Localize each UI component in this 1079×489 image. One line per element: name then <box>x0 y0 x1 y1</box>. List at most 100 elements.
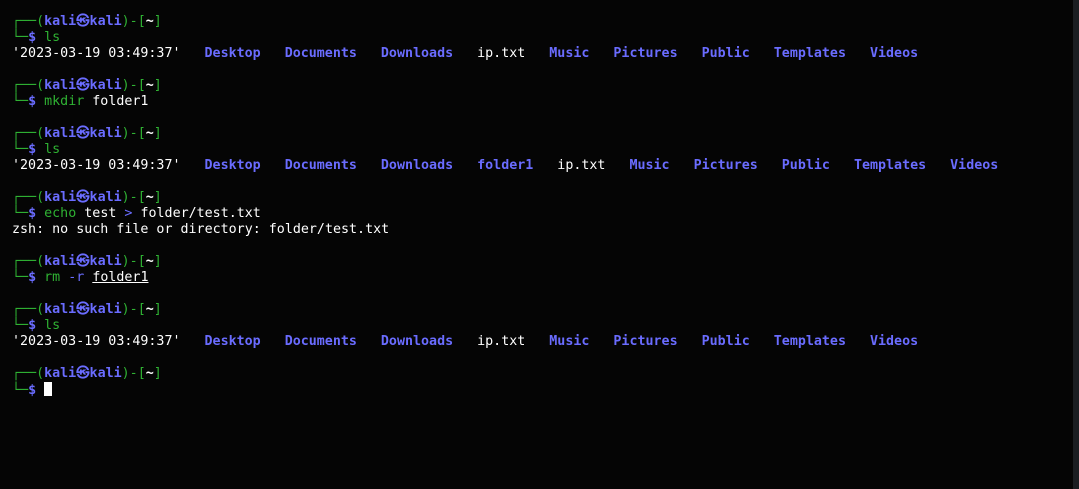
prompt-frame-end: ] <box>153 78 162 93</box>
command-line: └─$ mkdir folder1 <box>12 94 1073 110</box>
prompt-frame-mid: )-[ <box>121 126 146 141</box>
command-line: └─$ ls <box>12 318 1073 334</box>
prompt-frame-end: ] <box>153 254 162 269</box>
ls-directory-entry: Desktop <box>204 334 261 349</box>
ls-directory-entry: folder1 <box>477 158 534 173</box>
ls-file-entry: '2023-03-19 03:49:37' <box>12 334 181 349</box>
prompt-symbol: $ <box>28 270 37 285</box>
redirect-operator: > <box>124 206 133 221</box>
ls-output: '2023-03-19 03:49:37' Desktop Documents Dow… <box>12 334 1073 350</box>
ls-directory-entry: Desktop <box>204 46 261 61</box>
prompt-host: kali <box>89 78 122 93</box>
command-flag: -r <box>68 270 85 285</box>
prompt-symbol: $ <box>28 383 37 398</box>
prompt-frame-bottom: └─ <box>12 206 29 221</box>
prompt-frame-mid: )-[ <box>121 78 146 93</box>
prompt-frame-end: ] <box>153 302 162 317</box>
prompt-frame-bottom: └─ <box>12 142 29 157</box>
prompt-symbol: $ <box>28 94 37 109</box>
error-output: zsh: no such file or directory: folder/t… <box>12 222 390 237</box>
command-path-argument: folder1 <box>92 270 149 285</box>
ls-directory-entry: Documents <box>284 46 357 61</box>
prompt-cwd: ~ <box>145 302 154 317</box>
ls-directory-entry: Desktop <box>204 158 261 173</box>
prompt-frame-mid: )-[ <box>121 302 146 317</box>
command-name: ls <box>44 142 61 157</box>
prompt-frame-top: ┌──( <box>12 254 45 269</box>
ls-file-entry: ip.txt <box>477 334 526 349</box>
prompt-host: kali <box>89 14 122 29</box>
prompt-host: kali <box>89 302 122 317</box>
ls-directory-entry: Public <box>701 46 750 61</box>
prompt-frame-top: ┌──( <box>12 126 45 141</box>
prompt-at-symbol: ㉿ <box>76 126 90 141</box>
command-name: mkdir <box>44 94 85 109</box>
prompt-header: ┌──(kali㉿kali)-[~] <box>12 254 1073 270</box>
prompt-header: ┌──(kali㉿kali)-[~] <box>12 78 1073 94</box>
ls-directory-entry: Downloads <box>380 46 454 61</box>
prompt-header: ┌──(kali㉿kali)-[~] <box>12 126 1073 142</box>
ls-directory-entry: Videos <box>869 334 919 349</box>
prompt-at-symbol: ㉿ <box>76 366 90 381</box>
command-name: ls <box>44 30 61 45</box>
prompt-frame-end: ] <box>153 14 162 29</box>
prompt-user: kali <box>44 254 77 269</box>
command-argument: test <box>84 206 117 221</box>
prompt-frame-end: ] <box>153 366 162 381</box>
command-name: echo <box>44 206 77 221</box>
ls-directory-entry: Documents <box>284 334 357 349</box>
prompt-cwd: ~ <box>145 78 154 93</box>
ls-directory-entry: Pictures <box>613 46 678 61</box>
terminal-window[interactable]: ┌──(kali㉿kali)-[~] └─$ ls '2023-03-19 03… <box>0 0 1079 489</box>
prompt-at-symbol: ㉿ <box>76 14 90 29</box>
ls-file-entry: '2023-03-19 03:49:37' <box>12 158 181 173</box>
ls-directory-entry: Music <box>549 334 590 349</box>
prompt-frame-top: ┌──( <box>12 190 45 205</box>
ls-directory-entry: Videos <box>950 158 999 173</box>
prompt-frame-mid: )-[ <box>121 14 146 29</box>
prompt-header: ┌──(kali㉿kali)-[~] <box>12 302 1073 318</box>
prompt-frame-bottom: └─ <box>12 94 29 109</box>
ls-directory-entry: Public <box>781 158 830 173</box>
prompt-user: kali <box>44 190 77 205</box>
prompt-frame-top: ┌──( <box>12 14 45 29</box>
ls-directory-entry: Templates <box>773 46 846 61</box>
prompt-host: kali <box>89 254 122 269</box>
prompt-user: kali <box>44 302 77 317</box>
prompt-frame-bottom: └─ <box>12 270 29 285</box>
command-line: └─$ ls <box>12 30 1073 46</box>
prompt-frame-bottom: └─ <box>12 30 29 45</box>
ls-directory-entry: Templates <box>853 158 927 173</box>
prompt-symbol: $ <box>28 318 37 333</box>
prompt-at-symbol: ㉿ <box>76 78 90 93</box>
prompt-frame-top: ┌──( <box>12 78 45 93</box>
ls-directory-entry: Downloads <box>380 334 454 349</box>
prompt-frame-mid: )-[ <box>121 254 146 269</box>
prompt-cwd: ~ <box>145 366 154 381</box>
ls-directory-entry: Templates <box>773 334 846 349</box>
ls-directory-entry: Downloads <box>380 158 454 173</box>
text-cursor[interactable] <box>44 382 53 396</box>
prompt-frame-bottom: └─ <box>12 383 29 398</box>
ls-directory-entry: Pictures <box>693 158 758 173</box>
command-argument: folder1 <box>92 94 149 109</box>
ls-directory-entry: Pictures <box>613 334 678 349</box>
prompt-at-symbol: ㉿ <box>76 254 90 269</box>
prompt-cwd: ~ <box>145 126 154 141</box>
prompt-cwd: ~ <box>145 14 154 29</box>
prompt-user: kali <box>44 14 77 29</box>
command-line: └─$ ls <box>12 142 1073 158</box>
ls-directory-entry: Videos <box>869 46 919 61</box>
prompt-at-symbol: ㉿ <box>76 190 90 205</box>
prompt-frame-mid: )-[ <box>121 366 146 381</box>
active-command-line[interactable]: └─$ <box>12 382 1073 398</box>
prompt-header: ┌──(kali㉿kali)-[~] <box>12 190 1073 206</box>
prompt-user: kali <box>44 366 77 381</box>
prompt-symbol: $ <box>28 30 37 45</box>
prompt-symbol: $ <box>28 206 37 221</box>
prompt-frame-mid: )-[ <box>121 190 146 205</box>
